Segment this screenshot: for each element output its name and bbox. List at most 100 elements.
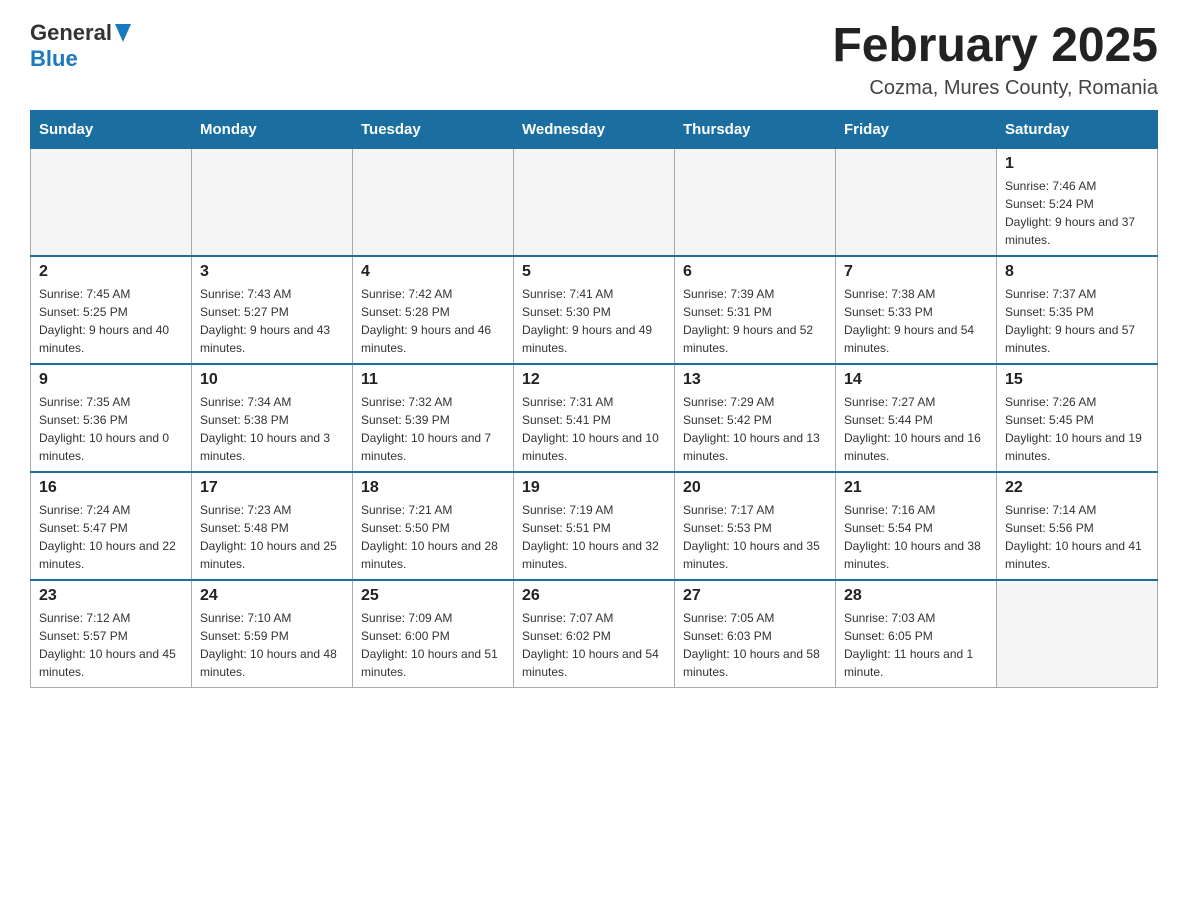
calendar-cell: 2 Sunrise: 7:45 AMSunset: 5:25 PMDaylight… <box>31 256 192 364</box>
location-text: Cozma, Mures County, Romania <box>832 77 1158 100</box>
calendar-cell: 14Sunrise: 7:27 AMSunset: 5:44 PMDayligh… <box>836 364 997 472</box>
calendar-cell: 28 Sunrise: 7:03 AMSunset: 6:05 PMDayligh… <box>836 580 997 688</box>
calendar-table: SundayMondayTuesdayWednesdayThursdayFrid… <box>30 110 1158 688</box>
title-section: February 2025 Cozma, Mures County, Roman… <box>832 20 1158 100</box>
logo-general-text: General <box>30 20 112 46</box>
day-number: 3 <box>200 263 344 281</box>
day-info: Sunrise: 7:31 AMSunset: 5:41 PMDaylight:… <box>522 393 666 465</box>
day-info: Sunrise: 7:38 AMSunset: 5:33 PMDaylight:… <box>844 285 988 357</box>
calendar-cell: 8 Sunrise: 7:37 AMSunset: 5:35 PMDaylight… <box>997 256 1158 364</box>
day-number: 20 <box>683 479 827 497</box>
day-number: 26 <box>522 587 666 605</box>
day-number: 4 <box>361 263 505 281</box>
calendar-header-wednesday: Wednesday <box>514 110 675 148</box>
day-number: 27 <box>683 587 827 605</box>
calendar-cell: 12 Sunrise: 7:31 AMSunset: 5:41 PMDayligh… <box>514 364 675 472</box>
day-info: Sunrise: 7:19 AMSunset: 5:51 PMDaylight:… <box>522 501 666 573</box>
day-number: 15 <box>1005 371 1149 389</box>
calendar-cell: 9 Sunrise: 7:35 AMSunset: 5:36 PMDaylight… <box>31 364 192 472</box>
day-info: Sunrise: 7:46 AMSunset: 5:24 PMDaylight:… <box>1005 177 1149 249</box>
day-number: 9 <box>39 371 183 389</box>
day-info: Sunrise: 7:16 AMSunset: 5:54 PMDaylight:… <box>844 501 988 573</box>
calendar-cell: 7 Sunrise: 7:38 AMSunset: 5:33 PMDaylight… <box>836 256 997 364</box>
logo-arrow-icon <box>115 24 131 42</box>
calendar-cell: 22Sunrise: 7:14 AMSunset: 5:56 PMDayligh… <box>997 472 1158 580</box>
calendar-cell: 19 Sunrise: 7:19 AMSunset: 5:51 PMDayligh… <box>514 472 675 580</box>
day-info: Sunrise: 7:03 AMSunset: 6:05 PMDaylight:… <box>844 609 988 681</box>
calendar-week-row: 1 Sunrise: 7:46 AMSunset: 5:24 PMDaylight… <box>31 148 1158 256</box>
calendar-cell: 1 Sunrise: 7:46 AMSunset: 5:24 PMDaylight… <box>997 148 1158 256</box>
calendar-cell <box>836 148 997 256</box>
day-number: 16 <box>39 479 183 497</box>
calendar-header-monday: Monday <box>192 110 353 148</box>
calendar-cell: 27 Sunrise: 7:05 AMSunset: 6:03 PMDayligh… <box>675 580 836 688</box>
day-info: Sunrise: 7:42 AMSunset: 5:28 PMDaylight:… <box>361 285 505 357</box>
day-info: Sunrise: 7:37 AMSunset: 5:35 PMDaylight:… <box>1005 285 1149 357</box>
day-info: Sunrise: 7:05 AMSunset: 6:03 PMDaylight:… <box>683 609 827 681</box>
month-title: February 2025 <box>832 20 1158 73</box>
day-info: Sunrise: 7:23 AMSunset: 5:48 PMDaylight:… <box>200 501 344 573</box>
calendar-cell <box>675 148 836 256</box>
calendar-cell: 20 Sunrise: 7:17 AMSunset: 5:53 PMDayligh… <box>675 472 836 580</box>
day-info: Sunrise: 7:17 AMSunset: 5:53 PMDaylight:… <box>683 501 827 573</box>
day-info: Sunrise: 7:45 AMSunset: 5:25 PMDaylight:… <box>39 285 183 357</box>
day-number: 18 <box>361 479 505 497</box>
calendar-header-tuesday: Tuesday <box>353 110 514 148</box>
day-info: Sunrise: 7:32 AMSunset: 5:39 PMDaylight:… <box>361 393 505 465</box>
calendar-week-row: 23 Sunrise: 7:12 AMSunset: 5:57 PMDayligh… <box>31 580 1158 688</box>
day-number: 21 <box>844 479 988 497</box>
calendar-header-thursday: Thursday <box>675 110 836 148</box>
calendar-cell: 25Sunrise: 7:09 AMSunset: 6:00 PMDayligh… <box>353 580 514 688</box>
calendar-cell: 16Sunrise: 7:24 AMSunset: 5:47 PMDayligh… <box>31 472 192 580</box>
day-info: Sunrise: 7:39 AMSunset: 5:31 PMDaylight:… <box>683 285 827 357</box>
day-info: Sunrise: 7:34 AMSunset: 5:38 PMDaylight:… <box>200 393 344 465</box>
day-number: 11 <box>361 371 505 389</box>
calendar-header-row: SundayMondayTuesdayWednesdayThursdayFrid… <box>31 110 1158 148</box>
calendar-cell: 10 Sunrise: 7:34 AMSunset: 5:38 PMDayligh… <box>192 364 353 472</box>
day-number: 19 <box>522 479 666 497</box>
logo-blue-text: Blue <box>30 46 78 72</box>
day-info: Sunrise: 7:35 AMSunset: 5:36 PMDaylight:… <box>39 393 183 465</box>
calendar-week-row: 16Sunrise: 7:24 AMSunset: 5:47 PMDayligh… <box>31 472 1158 580</box>
calendar-header-saturday: Saturday <box>997 110 1158 148</box>
calendar-cell <box>192 148 353 256</box>
day-info: Sunrise: 7:27 AMSunset: 5:44 PMDaylight:… <box>844 393 988 465</box>
day-number: 8 <box>1005 263 1149 281</box>
day-number: 7 <box>844 263 988 281</box>
day-number: 10 <box>200 371 344 389</box>
day-info: Sunrise: 7:26 AMSunset: 5:45 PMDaylight:… <box>1005 393 1149 465</box>
day-info: Sunrise: 7:12 AMSunset: 5:57 PMDaylight:… <box>39 609 183 681</box>
calendar-cell <box>997 580 1158 688</box>
day-number: 13 <box>683 371 827 389</box>
day-number: 24 <box>200 587 344 605</box>
day-info: Sunrise: 7:41 AMSunset: 5:30 PMDaylight:… <box>522 285 666 357</box>
day-info: Sunrise: 7:43 AMSunset: 5:27 PMDaylight:… <box>200 285 344 357</box>
logo: General Blue <box>30 20 131 72</box>
calendar-cell: 23 Sunrise: 7:12 AMSunset: 5:57 PMDayligh… <box>31 580 192 688</box>
calendar-week-row: 2 Sunrise: 7:45 AMSunset: 5:25 PMDaylight… <box>31 256 1158 364</box>
calendar-cell: 18Sunrise: 7:21 AMSunset: 5:50 PMDayligh… <box>353 472 514 580</box>
calendar-week-row: 9 Sunrise: 7:35 AMSunset: 5:36 PMDaylight… <box>31 364 1158 472</box>
calendar-cell: 6Sunrise: 7:39 AMSunset: 5:31 PMDaylight… <box>675 256 836 364</box>
day-number: 23 <box>39 587 183 605</box>
day-info: Sunrise: 7:09 AMSunset: 6:00 PMDaylight:… <box>361 609 505 681</box>
calendar-header-friday: Friday <box>836 110 997 148</box>
day-number: 17 <box>200 479 344 497</box>
calendar-cell: 15 Sunrise: 7:26 AMSunset: 5:45 PMDayligh… <box>997 364 1158 472</box>
calendar-cell: 24 Sunrise: 7:10 AMSunset: 5:59 PMDayligh… <box>192 580 353 688</box>
day-number: 1 <box>1005 155 1149 173</box>
page-header: General Blue February 2025 Cozma, Mures … <box>30 20 1158 100</box>
day-number: 28 <box>844 587 988 605</box>
day-number: 5 <box>522 263 666 281</box>
day-number: 12 <box>522 371 666 389</box>
calendar-cell: 4 Sunrise: 7:42 AMSunset: 5:28 PMDaylight… <box>353 256 514 364</box>
calendar-cell <box>514 148 675 256</box>
calendar-header-sunday: Sunday <box>31 110 192 148</box>
day-info: Sunrise: 7:10 AMSunset: 5:59 PMDaylight:… <box>200 609 344 681</box>
day-info: Sunrise: 7:14 AMSunset: 5:56 PMDaylight:… <box>1005 501 1149 573</box>
calendar-cell: 21 Sunrise: 7:16 AMSunset: 5:54 PMDayligh… <box>836 472 997 580</box>
day-info: Sunrise: 7:29 AMSunset: 5:42 PMDaylight:… <box>683 393 827 465</box>
calendar-cell: 5 Sunrise: 7:41 AMSunset: 5:30 PMDaylight… <box>514 256 675 364</box>
calendar-cell: 3 Sunrise: 7:43 AMSunset: 5:27 PMDaylight… <box>192 256 353 364</box>
day-number: 2 <box>39 263 183 281</box>
